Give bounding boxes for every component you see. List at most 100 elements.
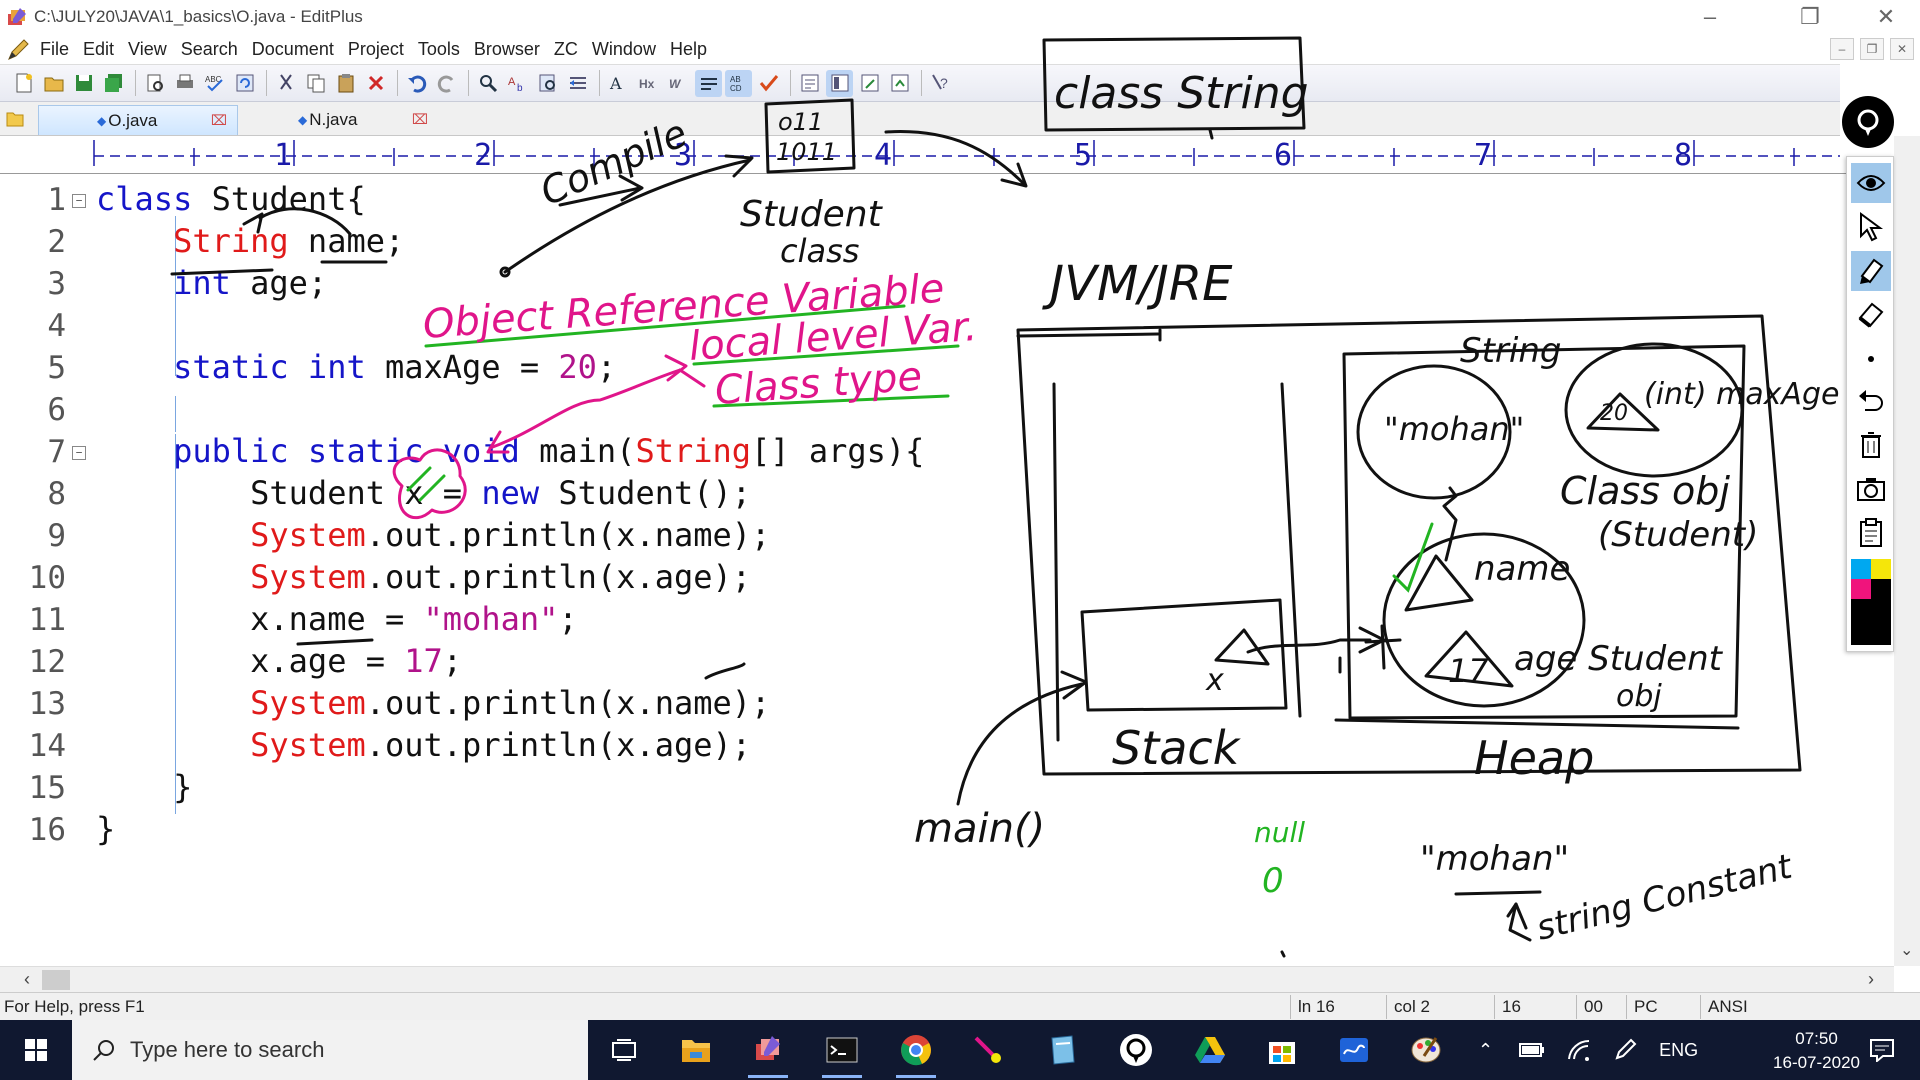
menu-zc[interactable]: ZC xyxy=(554,39,578,60)
color-swatch-yellow[interactable] xyxy=(1871,559,1891,579)
line-number: 10 xyxy=(28,560,66,596)
redo-icon[interactable] xyxy=(433,70,460,97)
checkmark-icon[interactable] xyxy=(755,70,782,97)
paint-icon[interactable] xyxy=(1406,1030,1446,1070)
find-icon[interactable] xyxy=(474,70,501,97)
camera-icon[interactable] xyxy=(1851,469,1891,509)
menu-file[interactable]: File xyxy=(40,39,69,60)
spellcheck-icon[interactable]: ABC xyxy=(201,70,228,97)
print-preview-icon[interactable] xyxy=(141,70,168,97)
goto-line-icon[interactable] xyxy=(564,70,591,97)
font-icon[interactable]: A xyxy=(605,70,632,97)
menu-search[interactable]: Search xyxy=(181,39,238,60)
tab-label: N.java xyxy=(309,110,358,129)
pen-tray-icon[interactable] xyxy=(1613,1038,1637,1062)
undo-annotation-icon[interactable] xyxy=(1851,381,1891,421)
command-prompt-icon[interactable] xyxy=(822,1030,862,1078)
color-swatch-black[interactable] xyxy=(1871,579,1891,599)
battery-icon[interactable] xyxy=(1519,1042,1545,1058)
vertical-scrollbar[interactable]: ⌄ xyxy=(1894,136,1920,966)
microsoft-store-icon[interactable] xyxy=(1262,1030,1302,1070)
task-view-icon[interactable] xyxy=(604,1030,644,1070)
menu-window[interactable]: Window xyxy=(592,39,656,60)
directory-window-icon[interactable] xyxy=(826,69,853,97)
trash-icon[interactable] xyxy=(1851,425,1891,465)
menu-tools[interactable]: Tools xyxy=(418,39,460,60)
fold-toggle-icon[interactable]: − xyxy=(72,194,86,208)
new-file-icon[interactable] xyxy=(10,70,37,97)
magic-wand-icon[interactable] xyxy=(968,1030,1008,1070)
menu-project[interactable]: Project xyxy=(348,39,404,60)
help-icon[interactable]: ? xyxy=(927,70,954,97)
browser-icon[interactable] xyxy=(886,70,913,97)
clipboard-icon[interactable] xyxy=(1851,513,1891,553)
replace-icon[interactable]: Ab xyxy=(504,70,531,97)
save-all-icon[interactable] xyxy=(100,70,127,97)
menu-edit[interactable]: Edit xyxy=(83,39,114,60)
print-icon[interactable] xyxy=(171,70,198,97)
show-hidden-icons-icon[interactable]: ⌃ xyxy=(1478,1040,1493,1061)
scroll-down-icon[interactable]: ⌄ xyxy=(1900,940,1913,960)
taskbar-search-box[interactable]: Type here to search xyxy=(72,1020,588,1080)
highlighter-icon[interactable] xyxy=(1851,251,1891,291)
whiteboard-icon[interactable] xyxy=(1334,1030,1374,1070)
line-number: 6 xyxy=(47,392,66,428)
taskbar-clock[interactable]: 07:50 16-07-2020 xyxy=(1773,1027,1860,1075)
copy-icon[interactable] xyxy=(302,70,329,97)
fold-toggle-icon[interactable]: − xyxy=(72,446,86,460)
mdi-restore-button[interactable]: ❐ xyxy=(1860,38,1884,60)
color-swatch-cyan[interactable] xyxy=(1851,559,1871,579)
language-indicator[interactable]: ENG xyxy=(1659,1040,1698,1061)
heading-icon[interactable]: Hx xyxy=(635,70,662,97)
refresh-icon[interactable] xyxy=(231,70,258,97)
open-folder-icon[interactable] xyxy=(40,70,67,97)
close-tab-icon[interactable]: ⌧ xyxy=(211,112,227,129)
notifications-icon[interactable] xyxy=(1862,1030,1902,1070)
menu-view[interactable]: View xyxy=(128,39,167,60)
notepad-app-icon[interactable] xyxy=(1042,1030,1082,1070)
cliptext-icon[interactable] xyxy=(856,70,883,97)
window-list-icon[interactable] xyxy=(796,70,823,97)
undo-icon[interactable] xyxy=(403,70,430,97)
delete-icon[interactable] xyxy=(362,70,389,97)
close-tab-icon[interactable]: ⌧ xyxy=(412,111,428,128)
status-encoding: ANSI xyxy=(1708,997,1748,1016)
google-drive-icon[interactable] xyxy=(1190,1030,1230,1070)
close-button[interactable]: ✕ xyxy=(1856,0,1916,34)
eraser-icon[interactable] xyxy=(1851,295,1891,335)
horizontal-scrollbar[interactable]: ‹ › xyxy=(0,966,1894,992)
tab-o-java[interactable]: ◆ O.java ⌧ xyxy=(38,105,238,135)
line-icon[interactable] xyxy=(695,69,722,97)
scroll-thumb[interactable] xyxy=(42,970,70,990)
windows-start-icon[interactable] xyxy=(16,1030,56,1070)
visibility-eye-icon[interactable] xyxy=(1851,163,1891,203)
editplus-taskbar-icon[interactable] xyxy=(748,1030,788,1078)
find-in-files-icon[interactable] xyxy=(534,70,561,97)
mdi-minimize-button[interactable]: – xyxy=(1830,38,1854,60)
minimize-button[interactable]: – xyxy=(1680,0,1740,34)
menu-browser[interactable]: Browser xyxy=(474,39,540,60)
code-editor[interactable]: class Student{ String name; int age; sta… xyxy=(96,174,1836,966)
annotation-app-logo-icon[interactable] xyxy=(1842,96,1894,148)
restore-button[interactable]: ❐ xyxy=(1780,0,1840,34)
abcd-icon[interactable]: AB CD xyxy=(725,69,752,97)
chrome-icon[interactable] xyxy=(896,1030,936,1078)
color-swatch-magenta[interactable] xyxy=(1851,579,1871,599)
scroll-left-icon[interactable]: ‹ xyxy=(24,969,30,990)
current-color-swatch[interactable] xyxy=(1851,599,1891,645)
cut-icon[interactable] xyxy=(272,70,299,97)
folder-icon[interactable] xyxy=(6,110,24,128)
mdi-close-button[interactable]: ✕ xyxy=(1890,38,1914,60)
menu-help[interactable]: Help xyxy=(670,39,707,60)
save-icon[interactable] xyxy=(70,70,97,97)
tab-n-java[interactable]: ◆ N.java ⌧ xyxy=(238,105,438,135)
word-wrap-icon[interactable]: W xyxy=(665,70,692,97)
dot-size-icon[interactable] xyxy=(1851,339,1891,379)
scroll-right-icon[interactable]: › xyxy=(1868,969,1874,990)
menu-document[interactable]: Document xyxy=(252,39,334,60)
pointer-cursor-icon[interactable] xyxy=(1851,207,1891,247)
file-explorer-icon[interactable] xyxy=(676,1030,716,1070)
annotation-app-taskbar-icon[interactable] xyxy=(1116,1030,1156,1070)
wifi-icon[interactable] xyxy=(1567,1039,1591,1061)
paste-icon[interactable] xyxy=(332,70,359,97)
